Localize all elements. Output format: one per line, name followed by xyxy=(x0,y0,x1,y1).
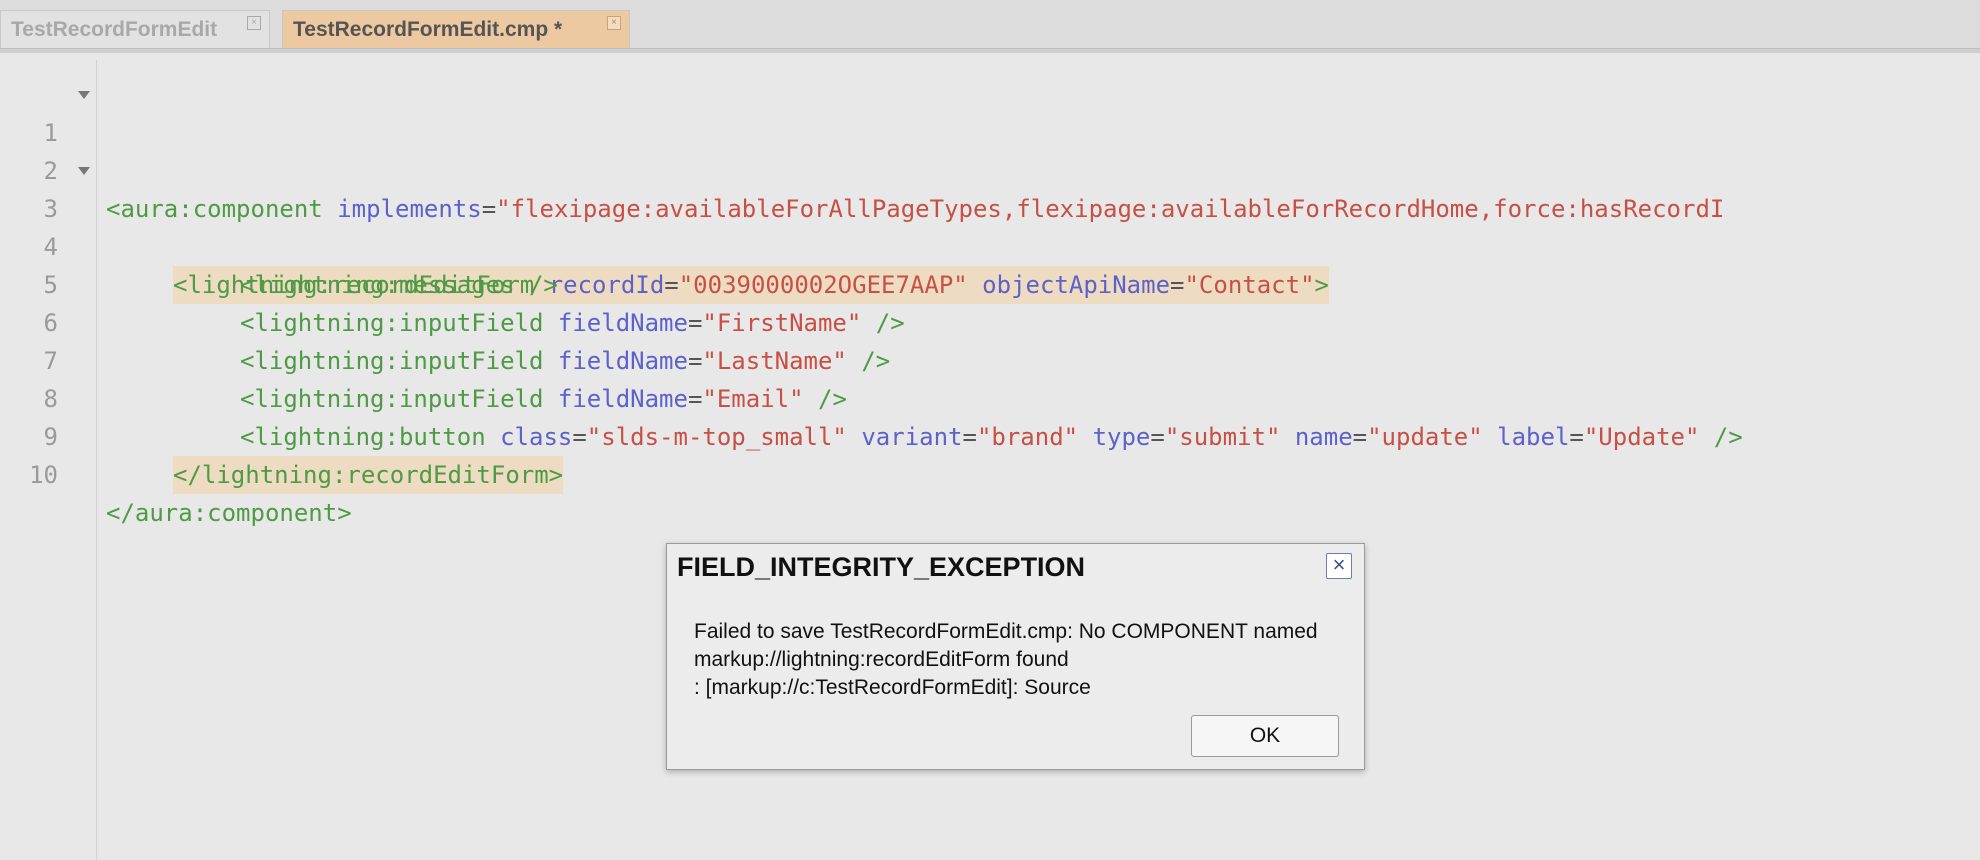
tag-token: <aura:component xyxy=(106,195,323,223)
attr-token: recordId xyxy=(548,271,665,299)
eq-token: = xyxy=(664,271,679,299)
fold-arrow-icon[interactable] xyxy=(78,91,90,99)
string-token: "0039000002OGEE7AAP" xyxy=(678,271,968,299)
attr-token: fieldName xyxy=(557,347,688,375)
string-token: "LastName" xyxy=(702,347,847,375)
attr-token: label xyxy=(1497,423,1570,451)
dialog-close-icon[interactable]: × xyxy=(1326,553,1352,579)
attr-token: type xyxy=(1092,423,1151,451)
error-dialog: FIELD_INTEGRITY_EXCEPTION × Failed to sa… xyxy=(666,543,1365,770)
tab-testrecordformedit[interactable]: TestRecordFormEdit × xyxy=(0,10,270,48)
attr-token: implements xyxy=(337,195,482,223)
code-line-7: 7 <lightning:inputField fieldName="Email… xyxy=(0,304,847,413)
eq-token: = xyxy=(481,195,497,223)
tag-token: <lightning:inputField xyxy=(240,309,544,337)
attr-token: class xyxy=(500,423,573,451)
dialog-message: Failed to save TestRecordFormEdit.cmp: N… xyxy=(694,618,1344,702)
attr-token: variant xyxy=(861,423,963,451)
tag-token: > xyxy=(1314,271,1329,299)
code-text: </aura:component> xyxy=(106,494,352,532)
attr-token: fieldName xyxy=(557,309,688,337)
string-token: "flexipage:availableForAllPageTypes,flex… xyxy=(496,195,1725,223)
ok-button[interactable]: OK xyxy=(1191,715,1339,757)
code-line-10: 10 </aura:component> xyxy=(0,418,352,527)
code-text: <lightning:inputField fieldName="Email" … xyxy=(240,380,847,418)
tag-token: <lightning:messages /> xyxy=(240,271,558,299)
string-token: "FirstName" xyxy=(702,309,862,337)
fold-arrow-icon[interactable] xyxy=(78,167,90,175)
eq-token: = xyxy=(687,309,703,337)
tab-strip xyxy=(0,48,1980,53)
code-line-8: 8 <lightning:button class="slds-m-top_sm… xyxy=(0,342,1743,451)
tab-bar: TestRecordFormEdit × TestRecordFormEdit.… xyxy=(0,0,1980,53)
tab-label: TestRecordFormEdit xyxy=(11,17,218,41)
string-token: "Update" xyxy=(1583,423,1700,451)
code-line-9: 9 </lightning:recordEditForm> xyxy=(0,380,564,494)
string-token: "brand" xyxy=(976,423,1079,451)
eq-token: = xyxy=(572,423,587,451)
code-text: <aura:component implements="flexipage:av… xyxy=(106,190,1724,228)
code-text: <lightning:inputField fieldName="LastNam… xyxy=(240,342,890,380)
code-line-1: 1 <aura:component implements="flexipage:… xyxy=(0,76,1724,223)
code-text: <lightning:inputField fieldName="FirstNa… xyxy=(240,304,905,342)
code-line-2: 2 xyxy=(0,114,58,185)
tag-token: /> xyxy=(1699,423,1743,451)
close-tab-icon[interactable]: × xyxy=(607,16,621,30)
code-text: <lightning:button class="slds-m-top_smal… xyxy=(240,418,1743,456)
string-token: "Email" xyxy=(702,385,804,413)
tag-token: /> xyxy=(861,309,905,337)
string-token: "Contact" xyxy=(1184,271,1315,299)
code-line-3: 3 <lightning:recordEditForm recordId="00… xyxy=(0,152,1329,304)
string-token: "update" xyxy=(1367,423,1483,451)
eq-token: = xyxy=(1150,423,1165,451)
attr-token: fieldName xyxy=(557,385,688,413)
close-tab-icon[interactable]: × xyxy=(247,16,261,30)
dialog-message-line-1: Failed to save TestRecordFormEdit.cmp: N… xyxy=(694,620,1318,671)
attr-token: objectApiName xyxy=(982,271,1171,299)
line-number: 10 xyxy=(29,461,58,489)
string-token: "submit" xyxy=(1164,423,1281,451)
tab-label: TestRecordFormEdit.cmp * xyxy=(293,17,563,41)
eq-token: = xyxy=(687,347,703,375)
string-token: "slds-m-top_small" xyxy=(586,423,847,451)
code-line-4: 4 <lightning:messages /> xyxy=(0,190,558,299)
eq-token: = xyxy=(962,423,977,451)
code-line-5: 5 <lightning:inputField fieldName="First… xyxy=(0,228,905,337)
eq-token: = xyxy=(1352,423,1368,451)
code-text: </lightning:recordEditForm> xyxy=(173,456,564,494)
dialog-message-line-2: : [markup://c:TestRecordFormEdit]: Sourc… xyxy=(694,676,1091,699)
code-text: <lightning:messages /> xyxy=(240,266,558,304)
dialog-title: FIELD_INTEGRITY_EXCEPTION xyxy=(677,552,1086,582)
tag-token: <lightning:button xyxy=(240,423,486,451)
attr-token: name xyxy=(1294,423,1353,451)
tab-testrecordformedit-cmp[interactable]: TestRecordFormEdit.cmp * × xyxy=(282,10,630,48)
eq-token: = xyxy=(1170,271,1185,299)
code-line-6: 6 <lightning:inputField fieldName="LastN… xyxy=(0,266,891,375)
tag-token: </lightning:recordEditForm> xyxy=(173,461,564,489)
tag-token: /> xyxy=(803,385,847,413)
eq-token: = xyxy=(1569,423,1584,451)
tag-token: </aura:component> xyxy=(106,499,352,527)
tag-token: <lightning:inputField xyxy=(240,347,544,375)
eq-token: = xyxy=(687,385,703,413)
tag-token: /> xyxy=(846,347,891,375)
tag-token: <lightning:inputField xyxy=(240,385,544,413)
